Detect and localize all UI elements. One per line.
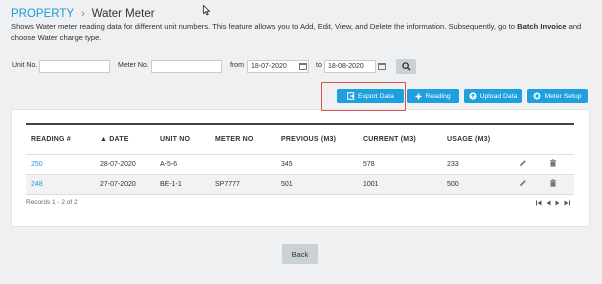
batch-invoice-text: Batch Invoice [517,22,567,31]
mouse-cursor-icon [203,5,211,16]
breadcrumb-property-link[interactable]: PROPERTY [11,8,74,20]
usage-cell: 500 [447,180,459,188]
meter-reading-table: READING # ▲ DATE UNIT NO METER NO PREVIO… [26,123,574,195]
back-button[interactable]: Back [282,244,318,264]
gear-icon [533,92,542,100]
meter-setup-button[interactable]: Meter Setup [527,89,588,103]
column-header-unit-no[interactable]: UNIT NO [155,124,210,154]
from-calendar-icon[interactable] [299,61,307,70]
to-date-input[interactable]: 18-08-2020 [324,60,376,73]
reading-number-link[interactable]: 248 [26,174,95,194]
previous-cell: 501 [281,180,293,188]
meter-no-cell [210,154,276,174]
pencil-icon[interactable] [519,179,527,187]
table-header-row: READING # ▲ DATE UNIT NO METER NO PREVIO… [26,124,574,154]
column-header-delete [544,124,574,154]
edit-cell [514,174,544,194]
add-reading-button[interactable]: Reading [407,89,459,103]
breadcrumb: PROPERTY › Water Meter [11,8,155,20]
highlight-box [321,82,406,111]
date-cell: 27-07-2020 [100,180,136,188]
first-page-icon[interactable] [536,200,542,206]
trash-icon[interactable] [549,179,557,187]
upload-data-label: Upload Data [479,92,518,100]
search-button[interactable] [396,59,416,74]
reading-number-link[interactable]: 250 [26,154,95,174]
upload-icon [468,92,477,100]
previous-cell: 345 [281,160,293,168]
column-header-date[interactable]: ▲ DATE [95,124,155,154]
unit-no-input[interactable] [39,60,110,73]
breadcrumb-separator: › [81,8,85,20]
search-icon [401,62,411,71]
usage-cell: 233 [447,160,459,168]
reading-label: Reading [425,92,451,100]
description-text-before: Shows Water meter reading data for diffe… [11,22,518,31]
delete-cell [544,154,574,174]
delete-cell [544,174,574,194]
table-row: 248 27-07-2020 BE-1-1 SP7777 501 1001 50… [26,174,574,194]
page-title: Water Meter [91,8,155,20]
meter-no-input[interactable] [151,60,222,73]
to-label: to [316,62,322,69]
pencil-icon[interactable] [519,159,527,167]
pagination [536,200,570,206]
next-page-icon[interactable] [555,200,560,206]
unit-no-cell: BE-1-1 [160,180,182,188]
plus-icon [415,93,422,99]
edit-cell [514,154,544,174]
trash-icon[interactable] [549,159,557,167]
unit-no-label: Unit No. [12,62,38,69]
column-header-reading[interactable]: READING # [26,124,95,154]
current-cell: 578 [363,160,375,168]
prev-page-icon[interactable] [546,200,551,206]
meter-no-label: Meter No. [118,62,149,69]
from-label: from [230,62,244,69]
column-header-current[interactable]: CURRENT (M3) [358,124,442,154]
column-header-meter-no[interactable]: METER NO [210,124,276,154]
column-header-previous[interactable]: PREVIOUS (M3) [276,124,358,154]
records-count: Records 1 - 2 of 2 [26,199,78,206]
current-cell: 1001 [363,180,379,188]
filter-bar: Unit No. Meter No. from 18-07-2020 to 18… [0,60,602,74]
column-header-edit [514,124,544,154]
column-header-usage[interactable]: USAGE (M3) [442,124,514,154]
upload-data-button[interactable]: Upload Data [464,89,522,103]
table-row: 250 28-07-2020 A-5-6 345 578 233 [26,154,574,174]
last-page-icon[interactable] [564,200,570,206]
page-description: Shows Water meter reading data for diffe… [11,22,597,43]
meter-setup-label: Meter Setup [544,92,582,100]
to-calendar-icon[interactable] [378,61,386,70]
unit-no-cell: A-5-6 [160,160,178,168]
meter-no-cell: SP7777 [215,180,240,188]
date-cell: 28-07-2020 [100,160,136,168]
